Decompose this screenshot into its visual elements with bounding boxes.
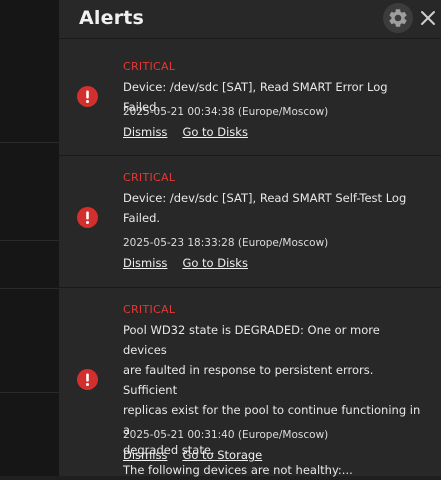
settings-button[interactable] bbox=[383, 3, 413, 33]
dismiss-link[interactable]: Dismiss bbox=[123, 125, 167, 139]
alert-level: CRITICAL bbox=[123, 303, 176, 316]
page-backdrop bbox=[0, 0, 59, 476]
panel-title: Alerts bbox=[79, 7, 145, 29]
alert-message-line: Failed. bbox=[123, 211, 161, 225]
alert-level: CRITICAL bbox=[123, 171, 176, 184]
backdrop-divider bbox=[0, 240, 59, 241]
alert-item: CRITICAL Device: /dev/sdc [SAT], Read SM… bbox=[59, 39, 441, 156]
alerts-panel: Alerts CRITICAL Device: /dev/sdc [SAT], … bbox=[59, 0, 441, 477]
alert-timestamp: 2025-05-21 00:34:38 (Europe/Moscow) bbox=[123, 106, 329, 118]
alert-message-line: Pool WD32 state is DEGRADED: One or more… bbox=[123, 323, 380, 357]
alert-actions: Dismiss Go to Storage bbox=[123, 448, 277, 462]
alert-timestamp: 2025-05-21 00:31:40 (Europe/Moscow) bbox=[123, 429, 329, 441]
alert-timestamp: 2025-05-23 18:33:28 (Europe/Moscow) bbox=[123, 237, 329, 249]
gear-icon bbox=[389, 9, 407, 27]
alert-actions: Dismiss Go to Disks bbox=[123, 125, 263, 139]
go-to-storage-link[interactable]: Go to Storage bbox=[182, 448, 262, 462]
go-to-disks-link[interactable]: Go to Disks bbox=[182, 125, 248, 139]
alert-message-line: Device: /dev/sdc [SAT], Read SMART Self-… bbox=[123, 191, 407, 205]
close-button[interactable] bbox=[417, 5, 441, 31]
alert-level: CRITICAL bbox=[123, 60, 176, 73]
dismiss-link[interactable]: Dismiss bbox=[123, 448, 167, 462]
error-icon bbox=[77, 86, 98, 107]
close-icon bbox=[421, 11, 435, 25]
alert-message-line: The following devices are not healthy:..… bbox=[123, 463, 353, 477]
dismiss-link[interactable]: Dismiss bbox=[123, 256, 167, 270]
error-icon bbox=[77, 369, 98, 390]
go-to-disks-link[interactable]: Go to Disks bbox=[182, 256, 248, 270]
alert-message-line: are faulted in response to persistent er… bbox=[123, 363, 374, 397]
alert-item: CRITICAL Device: /dev/sdc [SAT], Read SM… bbox=[59, 156, 441, 288]
alerts-panel-header: Alerts bbox=[59, 0, 441, 39]
backdrop-divider bbox=[0, 392, 59, 393]
alert-actions: Dismiss Go to Disks bbox=[123, 256, 263, 270]
error-icon bbox=[77, 207, 98, 228]
backdrop-divider bbox=[0, 142, 59, 143]
backdrop-divider bbox=[0, 288, 59, 289]
alert-message: Device: /dev/sdc [SAT], Read SMART Self-… bbox=[123, 188, 421, 228]
alert-item: CRITICAL Pool WD32 state is DEGRADED: On… bbox=[59, 288, 441, 477]
